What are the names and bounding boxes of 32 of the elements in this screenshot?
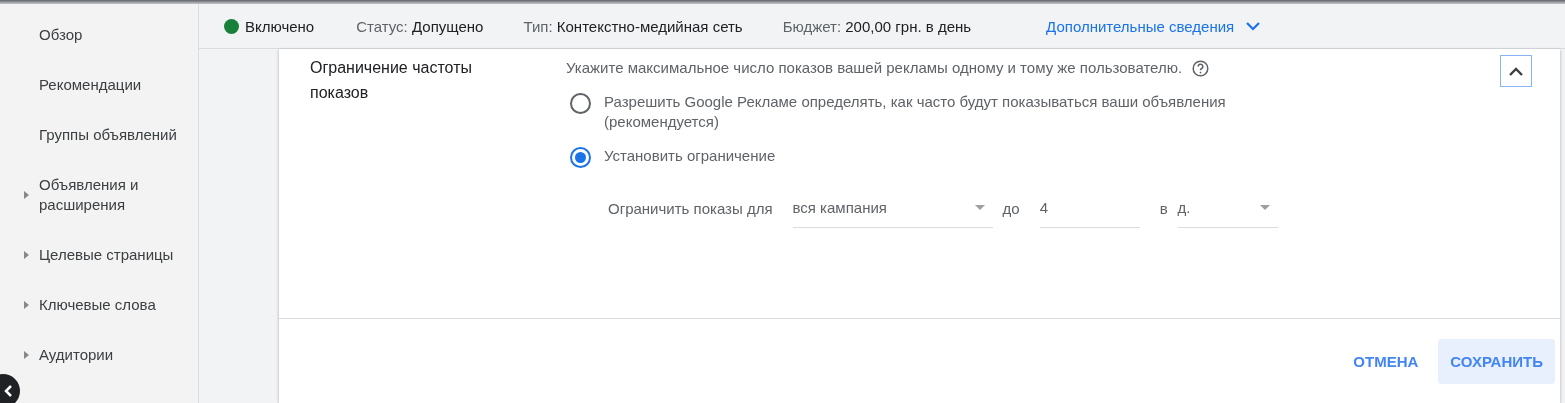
- details-link[interactable]: Дополнительные сведения: [1046, 17, 1261, 35]
- to-label: до: [1002, 199, 1020, 217]
- radio-button[interactable]: [570, 93, 591, 114]
- nav-item[interactable]: Аудитории: [0, 335, 189, 375]
- chevron-down-icon: [1246, 21, 1261, 31]
- chevron-up-icon: [1509, 66, 1523, 76]
- per-label: в: [1159, 199, 1168, 217]
- nav-item[interactable]: Объявления и расширения: [0, 165, 189, 225]
- dropdown-arrow-icon: [1259, 205, 1270, 210]
- scope-dropdown[interactable]: вся кампания: [792, 188, 993, 228]
- period-dropdown[interactable]: д.: [1177, 188, 1278, 228]
- count-field[interactable]: 4: [1039, 188, 1140, 228]
- limit-label: Ограничить показы для: [608, 199, 773, 217]
- summary-fact: Тип: Контекстно-медийная сеть: [523, 17, 743, 35]
- chevron-left-icon: [3, 385, 15, 397]
- collapse-button[interactable]: [1500, 55, 1532, 87]
- summary-fact: Бюджет: 200,00 грн. в день: [782, 17, 972, 35]
- campaign-state: Включено: [245, 17, 315, 35]
- radio-button[interactable]: [570, 147, 591, 168]
- option-label: Установить ограничение: [604, 146, 777, 166]
- setting-description: Укажите максимальное число показов вашей рекламы одному и тому же пользователю.: [566, 58, 1183, 78]
- nav-item[interactable]: Рекомендации: [0, 65, 189, 105]
- cancel-button[interactable]: ОТМЕНА: [1341, 338, 1431, 384]
- setting-title: Ограничение частоты показов: [309, 58, 473, 103]
- nav-item[interactable]: Целевые страницы: [0, 235, 189, 275]
- nav-item[interactable]: Обзор: [0, 15, 189, 55]
- option-label: Разрешить Google Рекламе определять, как часто будут показываться ваши объявления (рекомендуется): [604, 92, 1227, 132]
- summary-fact: Статус: Допущено: [356, 17, 484, 35]
- nav-item[interactable]: Группы объявлений: [0, 115, 189, 155]
- nav-item[interactable]: Ключевые слова: [0, 285, 189, 325]
- help-icon[interactable]: [1192, 59, 1210, 77]
- dropdown-arrow-icon: [974, 205, 985, 210]
